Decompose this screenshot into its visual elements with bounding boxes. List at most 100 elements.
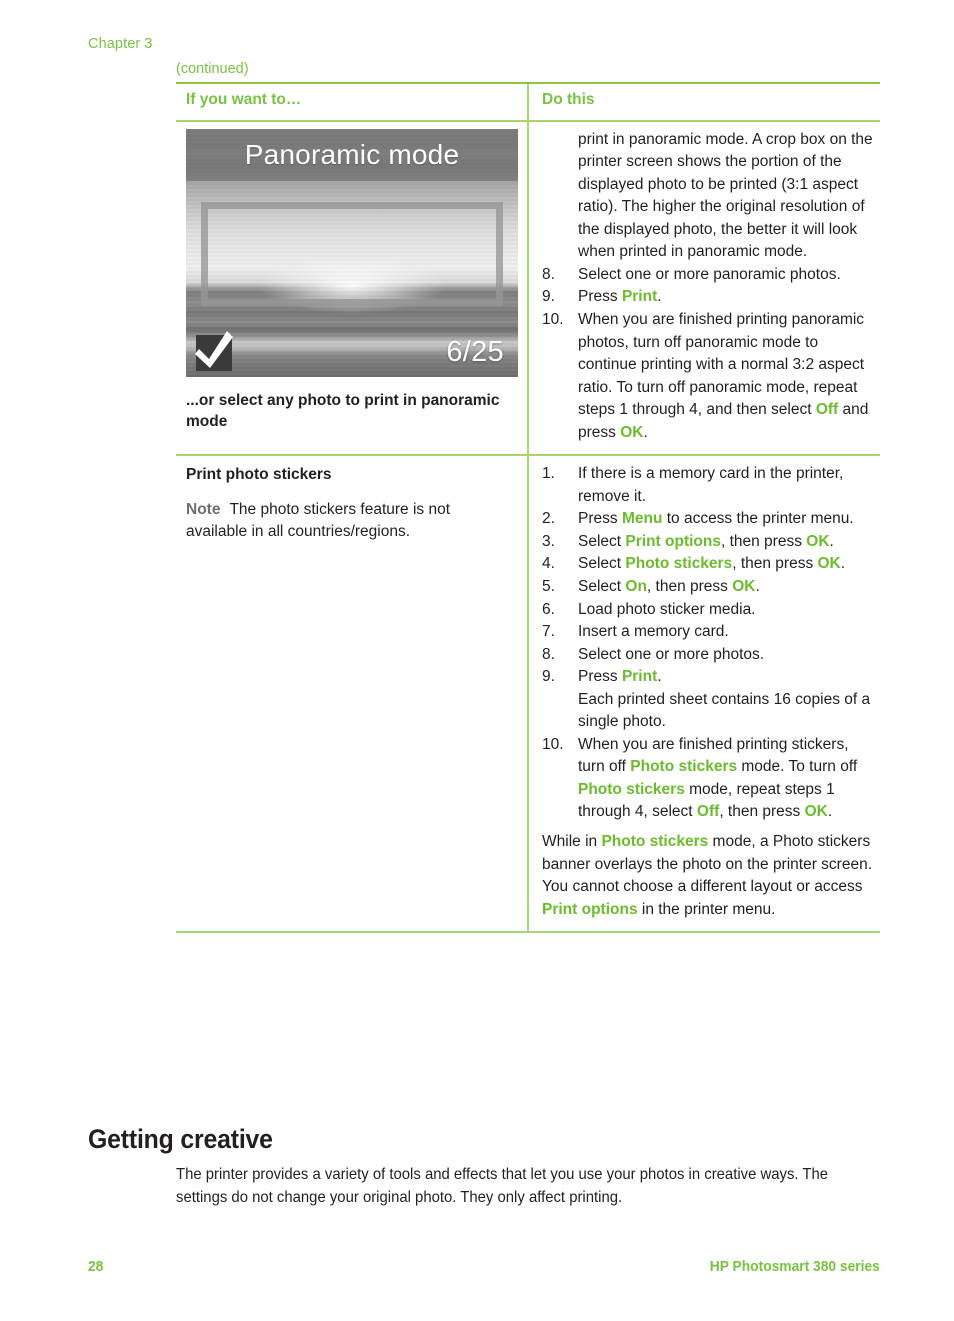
printer-screen-image: Panoramic mode 6/25 [186,128,518,377]
table-bottom-rule [176,931,880,934]
step-number: 8. [542,645,555,663]
step-item: 9. Press Print. Each printed sheet contain… [542,666,874,734]
note-text: The photo stickers feature is not availa… [186,501,451,541]
highlighted-term: Photo stickers [578,780,685,798]
text-run: Select one or more panoramic photos. [578,265,841,283]
text-run: Load photo sticker media. [578,600,756,618]
text-run: Select [578,555,626,573]
document-page: Chapter 3 (continued) If you want to… Do… [0,0,954,1321]
step-item: 3. Select Print options, then press OK. [542,531,874,554]
text-run: . [840,555,846,573]
step-item: 5. Select On, then press OK. [542,576,874,599]
step-item: 2. Press Menu to access the printer menu. [542,508,874,531]
step-item: 1. If there is a memory card in the print… [542,463,874,508]
column-header-do-this: Do this [542,91,595,108]
highlighted-term: Off [815,401,839,419]
text-run: . [827,803,833,821]
text-run: , then press [732,555,818,573]
step-item: 6. Load photo sticker media. [542,599,874,622]
highlighted-term: Print [621,288,658,306]
text-run: Press [578,668,622,686]
text-run: If there is a memory card in the printer… [578,465,844,505]
text-run: , then press [719,803,805,821]
step-text: Select one or more panoramic photos. [578,264,874,287]
text-run: mode. To turn off [737,758,858,776]
step-item: 9. Press Print. [542,286,874,309]
highlighted-term: OK [732,577,756,595]
text-run: Press [578,510,622,528]
step-item: 8. Select one or more photos. [542,644,874,667]
step-number: 6. [542,600,555,618]
section-body-text: The printer provides a variety of tools … [176,1166,829,1207]
page-title: Getting creative [88,1124,273,1154]
footer-page-number: 28 [88,1258,104,1275]
instructions-table: If you want to… Do this Panoramic mode 6… [176,82,880,934]
table-header-row: If you want to… Do this [176,84,880,120]
text-run: . [755,577,760,595]
highlighted-term: Print options [542,900,638,918]
text-run: Each printed sheet contains 16 copies of… [578,690,871,731]
text-run: . [829,532,834,550]
text-run: While in [542,833,602,850]
continued-label: (continued) [176,61,249,77]
step-number: 10. [542,310,564,328]
lead-in-text: print in panoramic mode. A crop box on t… [578,130,873,261]
step-item: 7. Insert a memory card. [542,621,874,644]
row-title-print-photo-stickers: Print photo stickers [186,466,332,484]
trailing-paragraph: While in Photo stickers mode, a Photo st… [542,831,874,921]
step-text: When you are finished printing stickers,… [578,734,874,824]
step-text: When you are finished printing panoramic… [578,309,874,444]
step-number: 1. [542,465,555,483]
step-item: 10. When you are finished printing sticke… [542,734,874,824]
step-number: 9. [542,668,555,686]
text-run: to access the printer menu. [662,510,854,528]
column-header-if-you-want-to: If you want to… [186,91,302,108]
highlighted-term: OK [806,532,830,550]
text-run: . [657,668,662,686]
panoramic-mode-banner: Panoramic mode [186,128,518,181]
step-number: 4. [542,555,555,573]
step-item: 10. When you are finished printing panora… [542,309,874,444]
step-text: Press Menu to access the printer menu. [578,508,874,531]
step-text: Press Print. [578,286,874,309]
text-run: Select [578,532,626,550]
text-run: Select one or more photos. [578,645,765,663]
crop-box-overlay [201,201,503,306]
highlighted-term: Photo stickers [630,758,738,776]
table-row: Panoramic mode 6/25 ...or select any pho… [176,121,880,455]
text-run: , then press [720,532,807,550]
step-number: 8. [542,265,555,283]
highlighted-term: OK [620,423,644,441]
step-text: If there is a memory card in the printer… [578,463,874,508]
step-number: 2. [542,510,555,528]
highlighted-term: OK [817,555,841,573]
text-run: Press [578,288,622,306]
banner-label: Panoramic mode [244,138,460,170]
step-text: Select On, then press OK. [578,576,874,599]
checkmark-icon [195,330,233,371]
photo-count-label: 6/25 [446,335,504,368]
chapter-label: Chapter 3 [88,36,153,52]
step-item: 8. Select one or more panoramic photos. [542,264,874,287]
step-text: Select one or more photos. [578,644,874,667]
step-number: 3. [542,532,555,550]
highlighted-term: OK [804,803,828,821]
highlighted-term: Photo stickers [625,555,733,573]
step-text: Select Photo stickers, then press OK. [578,553,874,576]
step-number: 5. [542,577,555,595]
note-label: Note [186,501,221,519]
steps-list-photo-stickers: 1. If there is a memory card in the print… [542,463,874,824]
step-text: Insert a memory card. [578,621,874,644]
step-text: Select Print options, then press OK. [578,531,874,554]
text-run: Insert a memory card. [578,623,729,641]
text-run: Select [578,577,626,595]
note-block: Note The photo stickers feature is not av… [186,499,513,543]
step-text: Press Print. Each printed sheet contains … [578,666,874,734]
highlighted-term: Off [696,803,720,821]
step-text: Load photo sticker media. [578,599,874,622]
step-number: 10. [542,735,564,753]
highlighted-term: Menu [621,510,663,528]
text-run: , then press [646,577,733,595]
footer-product-name: HP Photosmart 380 series [709,1258,880,1275]
text-run: . [643,423,648,441]
